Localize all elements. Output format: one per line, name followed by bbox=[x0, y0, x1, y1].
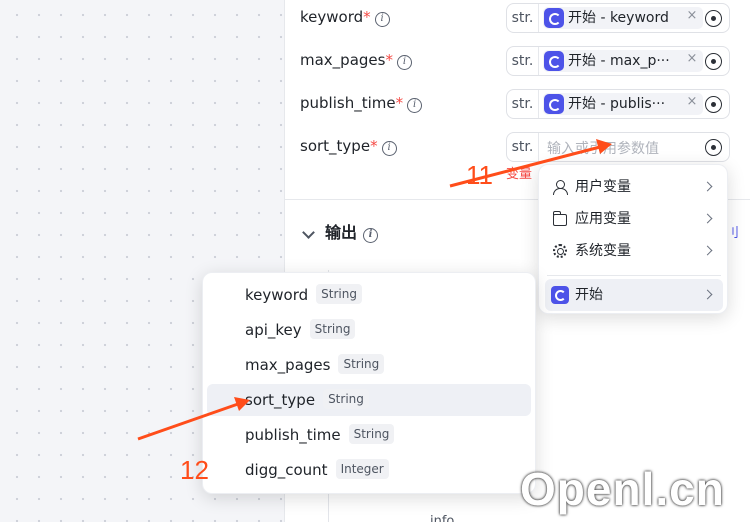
variable-picker-icon[interactable] bbox=[705, 53, 722, 70]
variable-picker-icon[interactable] bbox=[705, 10, 722, 27]
menu-item-app-variables[interactable]: 应用变量 bbox=[545, 203, 723, 235]
type-badge: String bbox=[316, 284, 362, 304]
chevron-right-icon bbox=[702, 245, 713, 256]
start-node-variable-list: keyword String api_key String max_pages Str… bbox=[202, 272, 536, 494]
type-badge: String bbox=[348, 424, 395, 444]
variable-option-max-pages[interactable]: max_pages String bbox=[207, 349, 531, 381]
param-value-sort-type[interactable]: str. 输入或引用参数值 bbox=[506, 132, 730, 162]
param-row-keyword: keyword* i str. 开始 - keyword × bbox=[300, 2, 740, 33]
variable-option-api-key[interactable]: api_key String bbox=[207, 314, 531, 346]
param-label-sort-type: sort_type* i bbox=[300, 137, 397, 156]
reference-chip[interactable]: 开始 - publis··· bbox=[543, 93, 703, 115]
variable-option-publish-time[interactable]: publish_time String bbox=[207, 419, 531, 451]
param-value-publish-time[interactable]: str. 开始 - publis··· × bbox=[506, 89, 730, 119]
type-tag[interactable]: str. bbox=[507, 4, 539, 32]
chevron-down-icon[interactable] bbox=[302, 225, 315, 239]
close-icon[interactable]: × bbox=[685, 8, 699, 23]
param-value-max-pages[interactable]: str. 开始 - max_p··· × bbox=[506, 46, 730, 76]
reference-chip[interactable]: 开始 - max_p··· bbox=[543, 50, 703, 72]
annotation-step-12: 12 bbox=[180, 455, 209, 485]
info-icon[interactable]: i bbox=[363, 228, 379, 243]
user-icon bbox=[553, 180, 568, 195]
variable-option-keyword[interactable]: keyword String bbox=[207, 279, 531, 311]
type-tag[interactable]: str. bbox=[507, 47, 539, 75]
menu-divider bbox=[547, 275, 721, 276]
watermark: Openl.cn bbox=[520, 463, 725, 515]
info-icon[interactable]: i bbox=[381, 141, 397, 156]
variable-picker-icon[interactable] bbox=[705, 139, 722, 156]
type-badge: Integer bbox=[335, 459, 389, 479]
param-row-publish-time: publish_time* i str. 开始 - publis··· × bbox=[300, 88, 740, 119]
param-row-max-pages: max_pages* i str. 开始 - max_p··· × bbox=[300, 45, 740, 76]
start-node-icon bbox=[551, 286, 569, 304]
menu-item-system-variables[interactable]: 系统变量 bbox=[545, 235, 723, 267]
param-value-keyword[interactable]: str. 开始 - keyword × bbox=[506, 3, 730, 33]
output-section-header[interactable]: 输出 i bbox=[300, 219, 379, 243]
gear-icon bbox=[553, 244, 567, 258]
variable-picker-icon[interactable] bbox=[705, 96, 722, 113]
close-icon[interactable]: × bbox=[685, 94, 699, 109]
type-badge: String bbox=[323, 389, 369, 409]
close-icon[interactable]: × bbox=[685, 51, 699, 66]
type-badge: String bbox=[338, 354, 385, 374]
info-icon[interactable]: i bbox=[407, 98, 423, 113]
start-node-icon bbox=[544, 94, 564, 114]
chevron-right-icon bbox=[702, 213, 713, 224]
chevron-right-icon bbox=[702, 181, 713, 192]
validation-error: 变量 bbox=[506, 167, 533, 182]
menu-item-user-variables[interactable]: 用户变量 bbox=[545, 171, 723, 203]
type-badge: String bbox=[309, 319, 356, 339]
type-tag[interactable]: str. bbox=[507, 133, 539, 161]
reference-chip[interactable]: 开始 - keyword bbox=[543, 7, 703, 29]
variable-option-digg-count[interactable]: digg_count Integer bbox=[207, 454, 531, 486]
param-input-placeholder[interactable]: 输入或引用参数值 bbox=[547, 138, 659, 158]
start-node-icon bbox=[544, 51, 564, 71]
param-label-max-pages: max_pages* i bbox=[300, 51, 412, 70]
info-icon[interactable]: i bbox=[396, 55, 412, 70]
start-node-icon bbox=[544, 8, 564, 28]
output-item-text: info bbox=[430, 514, 455, 522]
param-label-keyword: keyword* i bbox=[300, 8, 390, 27]
type-tag[interactable]: str. bbox=[507, 90, 539, 118]
param-row-sort-type: sort_type* i str. 输入或引用参数值 bbox=[300, 131, 740, 162]
param-label-publish-time: publish_time* i bbox=[300, 94, 423, 113]
chevron-right-icon bbox=[702, 289, 713, 300]
variable-option-sort-type[interactable]: sort_type String bbox=[207, 384, 531, 416]
folder-icon bbox=[552, 211, 567, 226]
menu-item-start-node[interactable]: 开始 bbox=[545, 279, 723, 311]
variable-category-menu: 用户变量 应用变量 系统变量 开始 bbox=[538, 164, 728, 314]
annotation-step-11: 11 bbox=[466, 160, 493, 190]
info-icon[interactable]: i bbox=[374, 12, 390, 27]
